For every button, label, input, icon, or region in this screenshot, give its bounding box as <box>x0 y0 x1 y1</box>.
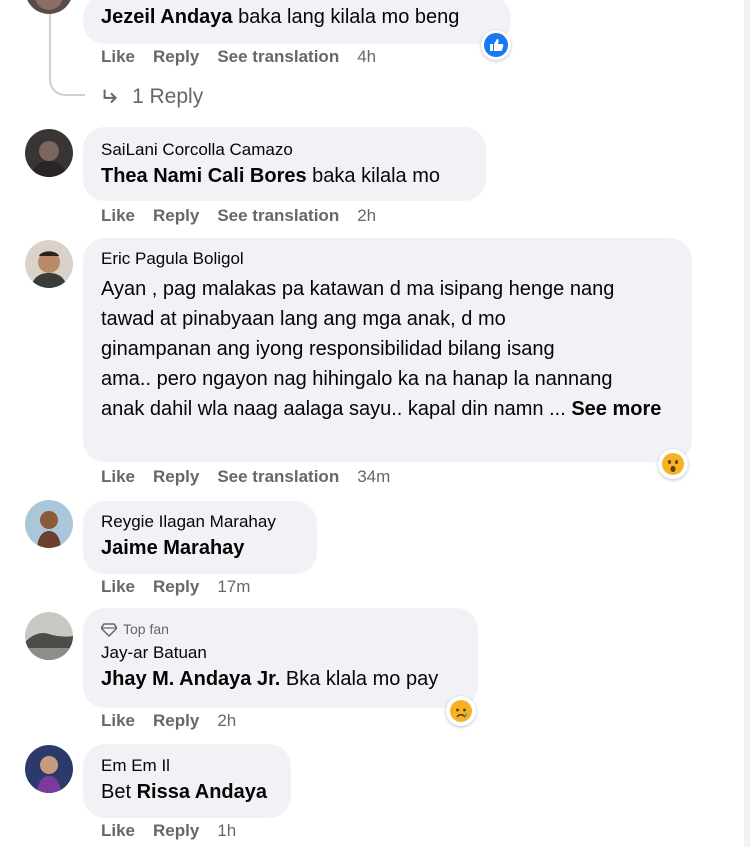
comment-actions: Like Reply 2h <box>101 711 236 731</box>
comment-text: Ayan , pag malakas pa katawan d ma isipa… <box>101 278 662 420</box>
reply-button[interactable]: Reply <box>153 47 199 67</box>
comment-actions: Like Reply 1h <box>101 821 236 841</box>
replies-count: 1 Reply <box>132 85 204 108</box>
reply-button[interactable]: Reply <box>153 711 199 731</box>
timestamp[interactable]: 2h <box>357 206 376 226</box>
mention-link[interactable]: Jaime Marahay <box>101 537 244 559</box>
avatar[interactable] <box>25 612 73 660</box>
reply-button[interactable]: Reply <box>153 577 199 597</box>
comment-actions: Like Reply See translation 2h <box>101 206 376 226</box>
diamond-icon <box>101 623 117 637</box>
wow-reaction[interactable] <box>658 449 688 479</box>
like-reaction[interactable] <box>481 30 511 60</box>
comment-actions: Like Reply 17m <box>101 577 250 597</box>
timestamp[interactable]: 34m <box>357 467 390 487</box>
comment-text: Bka klala mo pay <box>280 668 439 690</box>
comment-actions: Like Reply See translation 34m <box>101 467 390 487</box>
avatar[interactable] <box>25 129 73 177</box>
view-replies-link[interactable]: 1 Reply <box>100 85 203 109</box>
sad-icon <box>450 700 472 722</box>
reply-button[interactable]: Reply <box>153 206 199 226</box>
comment-bubble: Top fan Jay-ar Batuan Jhay M. Andaya Jr.… <box>83 608 478 708</box>
comment-bubble: Eric Pagula Boligol Ayan , pag malakas p… <box>83 238 692 462</box>
see-translation-link[interactable]: See translation <box>217 47 339 67</box>
see-more-link[interactable]: See more <box>571 398 661 420</box>
comment-bubble: Em Em Il Bet Rissa Andaya <box>83 744 291 818</box>
comment-text: Bet <box>101 781 137 803</box>
like-button[interactable]: Like <box>101 577 135 597</box>
reply-button[interactable]: Reply <box>153 467 199 487</box>
mention-link[interactable]: Jezeil Andaya <box>101 6 233 28</box>
like-button[interactable]: Like <box>101 821 135 841</box>
mention-link[interactable]: Jhay M. Andaya Jr. <box>101 668 280 690</box>
avatar[interactable] <box>25 240 73 288</box>
thread-connector <box>49 18 85 96</box>
top-fan-badge: Top fan <box>101 620 460 638</box>
timestamp[interactable]: 2h <box>217 711 236 731</box>
comment-author[interactable]: Jay-ar Batuan <box>101 642 460 664</box>
reply-button[interactable]: Reply <box>153 821 199 841</box>
avatar[interactable] <box>25 0 73 14</box>
comment-bubble: Reygie Ilagan Marahay Jaime Marahay <box>83 501 317 574</box>
comment-text: baka kilala mo <box>306 165 441 187</box>
like-button[interactable]: Like <box>101 711 135 731</box>
timestamp[interactable]: 1h <box>217 821 236 841</box>
reply-arrow-icon <box>103 89 118 104</box>
mention-link[interactable]: Rissa Andaya <box>137 781 267 803</box>
see-translation-link[interactable]: See translation <box>217 206 339 226</box>
like-icon <box>484 33 508 57</box>
avatar[interactable] <box>25 745 73 793</box>
avatar[interactable] <box>25 500 73 548</box>
like-button[interactable]: Like <box>101 47 135 67</box>
mention-link[interactable]: Thea Nami Cali Bores <box>101 165 307 187</box>
comment-author[interactable]: Em Em Il <box>101 755 273 777</box>
like-button[interactable]: Like <box>101 206 135 226</box>
comment-author[interactable]: Reygie Ilagan Marahay <box>101 511 299 533</box>
comment-bubble: Jezeil Andaya baka lang kilala mo beng <box>83 0 511 44</box>
comment-author[interactable]: Eric Pagula Boligol <box>101 248 674 270</box>
wow-icon <box>662 453 684 475</box>
see-translation-link[interactable]: See translation <box>217 467 339 487</box>
like-button[interactable]: Like <box>101 467 135 487</box>
comment-text: baka lang kilala mo beng <box>232 6 460 28</box>
sad-reaction[interactable] <box>446 696 476 726</box>
timestamp[interactable]: 17m <box>217 577 250 597</box>
comment-actions: Like Reply See translation 4h <box>101 47 376 67</box>
scrollbar-edge <box>744 0 750 847</box>
timestamp[interactable]: 4h <box>357 47 376 67</box>
comment-bubble: SaiLani Corcolla Camazo Thea Nami Cali B… <box>83 127 486 201</box>
comment-author[interactable]: SaiLani Corcolla Camazo <box>101 139 468 161</box>
